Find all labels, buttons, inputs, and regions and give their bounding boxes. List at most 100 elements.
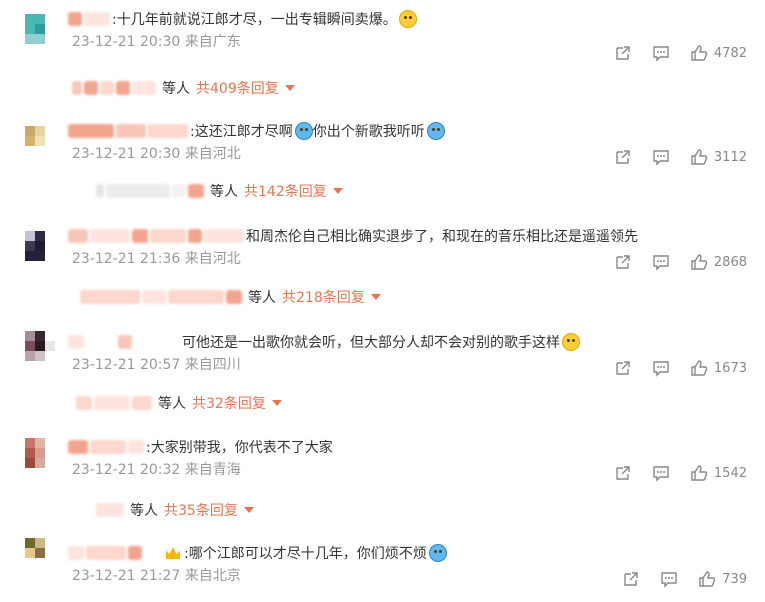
replier-blurred[interactable] bbox=[76, 396, 92, 410]
replier-blurred[interactable] bbox=[142, 290, 166, 304]
avatar-pixel bbox=[45, 231, 55, 241]
reply-summary: 等人 共409条回复 bbox=[72, 78, 295, 98]
avatar-pixel bbox=[35, 231, 45, 241]
avatar-pixel bbox=[25, 538, 35, 548]
like-icon[interactable] bbox=[698, 570, 716, 588]
comment-body: 和周杰伦自己相比确实退步了，和现在的音乐相比还是遥遥领先 bbox=[68, 225, 638, 247]
avatar[interactable] bbox=[25, 14, 55, 44]
avatar[interactable] bbox=[25, 331, 55, 361]
replier-blurred[interactable] bbox=[72, 81, 82, 95]
view-replies-link[interactable]: 共32条回复 bbox=[192, 393, 266, 413]
username-blurred[interactable] bbox=[148, 124, 188, 138]
comment-actions: 739 bbox=[602, 570, 747, 588]
replier-blurred[interactable] bbox=[168, 290, 224, 304]
username-blurred[interactable] bbox=[132, 229, 148, 243]
chevron-down-icon[interactable] bbox=[243, 507, 254, 513]
username-blurred[interactable] bbox=[86, 546, 126, 560]
share-icon[interactable] bbox=[614, 359, 632, 377]
avatar-pixel bbox=[25, 14, 35, 24]
comment-meta: 23-12-21 20:57 来自四川 bbox=[72, 354, 241, 374]
share-icon[interactable] bbox=[614, 44, 632, 62]
view-replies-link[interactable]: 共218条回复 bbox=[282, 287, 365, 307]
avatar-pixel bbox=[35, 538, 45, 548]
replier-blurred[interactable] bbox=[96, 184, 104, 198]
replier-blurred[interactable] bbox=[94, 396, 130, 410]
share-icon[interactable] bbox=[622, 570, 640, 588]
view-replies-link[interactable]: 共409条回复 bbox=[196, 78, 279, 98]
avatar-pixel bbox=[25, 146, 35, 156]
username-blurred[interactable] bbox=[84, 12, 110, 26]
username-blurred[interactable] bbox=[118, 335, 132, 349]
username-blurred[interactable] bbox=[68, 440, 88, 454]
avatar-pixel bbox=[25, 231, 35, 241]
avatar[interactable] bbox=[25, 538, 55, 568]
username-blurred[interactable] bbox=[134, 335, 180, 349]
comment-actions: 3112 bbox=[594, 148, 747, 166]
comment-actions: 1673 bbox=[594, 359, 747, 377]
username-blurred[interactable] bbox=[204, 229, 244, 243]
replier-blurred[interactable] bbox=[116, 81, 130, 95]
avatar[interactable] bbox=[25, 231, 55, 261]
chevron-down-icon[interactable] bbox=[284, 85, 295, 91]
avatar[interactable] bbox=[25, 126, 55, 156]
like-icon[interactable] bbox=[690, 359, 708, 377]
avatar-pixel bbox=[35, 241, 45, 251]
comment-meta: 23-12-21 21:36 来自河北 bbox=[72, 248, 241, 268]
avatar-pixel bbox=[45, 438, 55, 448]
username-blurred[interactable] bbox=[86, 335, 116, 349]
replier-blurred[interactable] bbox=[188, 184, 204, 198]
comment-text: 和周杰伦自己相比确实退步了，和现在的音乐相比还是遥遥领先 bbox=[246, 229, 638, 245]
replier-blurred[interactable] bbox=[172, 184, 186, 198]
comment-icon[interactable] bbox=[660, 570, 678, 588]
username-blurred[interactable] bbox=[68, 12, 82, 26]
like-icon[interactable] bbox=[690, 148, 708, 166]
share-icon[interactable] bbox=[614, 464, 632, 482]
comment-text: :哪个江郎可以才尽十几年，你们烦不烦 bbox=[184, 546, 427, 562]
username-blurred[interactable] bbox=[90, 440, 126, 454]
like-icon[interactable] bbox=[690, 253, 708, 271]
view-replies-link[interactable]: 共35条回复 bbox=[164, 500, 238, 520]
avatar-pixel bbox=[25, 241, 35, 251]
view-replies-link[interactable]: 共142条回复 bbox=[244, 181, 327, 201]
comment-location: 来自四川 bbox=[184, 357, 241, 373]
comment-icon[interactable] bbox=[652, 44, 670, 62]
username-blurred[interactable] bbox=[68, 229, 88, 243]
comment-location: 来自广东 bbox=[184, 34, 241, 50]
username-blurred[interactable] bbox=[90, 229, 130, 243]
chevron-down-icon[interactable] bbox=[332, 188, 343, 194]
username-blurred[interactable] bbox=[150, 229, 186, 243]
replier-blurred[interactable] bbox=[100, 81, 114, 95]
username-blurred[interactable] bbox=[188, 229, 202, 243]
reply-summary: 等人 共35条回复 bbox=[96, 500, 254, 520]
comment-text: :这还江郎才尽啊 bbox=[190, 124, 293, 140]
username-blurred[interactable] bbox=[68, 124, 114, 138]
share-icon[interactable] bbox=[614, 148, 632, 166]
comment-icon[interactable] bbox=[652, 359, 670, 377]
avatar-pixel bbox=[25, 458, 35, 468]
username-blurred[interactable] bbox=[68, 546, 84, 560]
avatar-pixel bbox=[35, 146, 45, 156]
username-blurred[interactable] bbox=[144, 546, 160, 560]
username-blurred[interactable] bbox=[128, 440, 144, 454]
avatar[interactable] bbox=[25, 438, 55, 468]
username-blurred[interactable] bbox=[68, 335, 84, 349]
chevron-down-icon[interactable] bbox=[271, 400, 282, 406]
replier-blurred[interactable] bbox=[226, 290, 242, 304]
replier-blurred[interactable] bbox=[96, 503, 124, 517]
replier-blurred[interactable] bbox=[132, 81, 156, 95]
share-icon[interactable] bbox=[614, 253, 632, 271]
username-blurred[interactable] bbox=[116, 124, 146, 138]
chevron-down-icon[interactable] bbox=[370, 294, 381, 300]
like-count: 3112 bbox=[713, 149, 747, 165]
username-blurred[interactable] bbox=[128, 546, 142, 560]
replier-blurred[interactable] bbox=[106, 184, 170, 198]
like-icon[interactable] bbox=[690, 44, 708, 62]
replier-blurred[interactable] bbox=[132, 396, 152, 410]
comment-icon[interactable] bbox=[652, 253, 670, 271]
replier-blurred[interactable] bbox=[84, 81, 98, 95]
like-icon[interactable] bbox=[690, 464, 708, 482]
avatar-pixel bbox=[45, 458, 55, 468]
comment-icon[interactable] bbox=[652, 148, 670, 166]
replier-blurred[interactable] bbox=[80, 290, 140, 304]
comment-icon[interactable] bbox=[652, 464, 670, 482]
